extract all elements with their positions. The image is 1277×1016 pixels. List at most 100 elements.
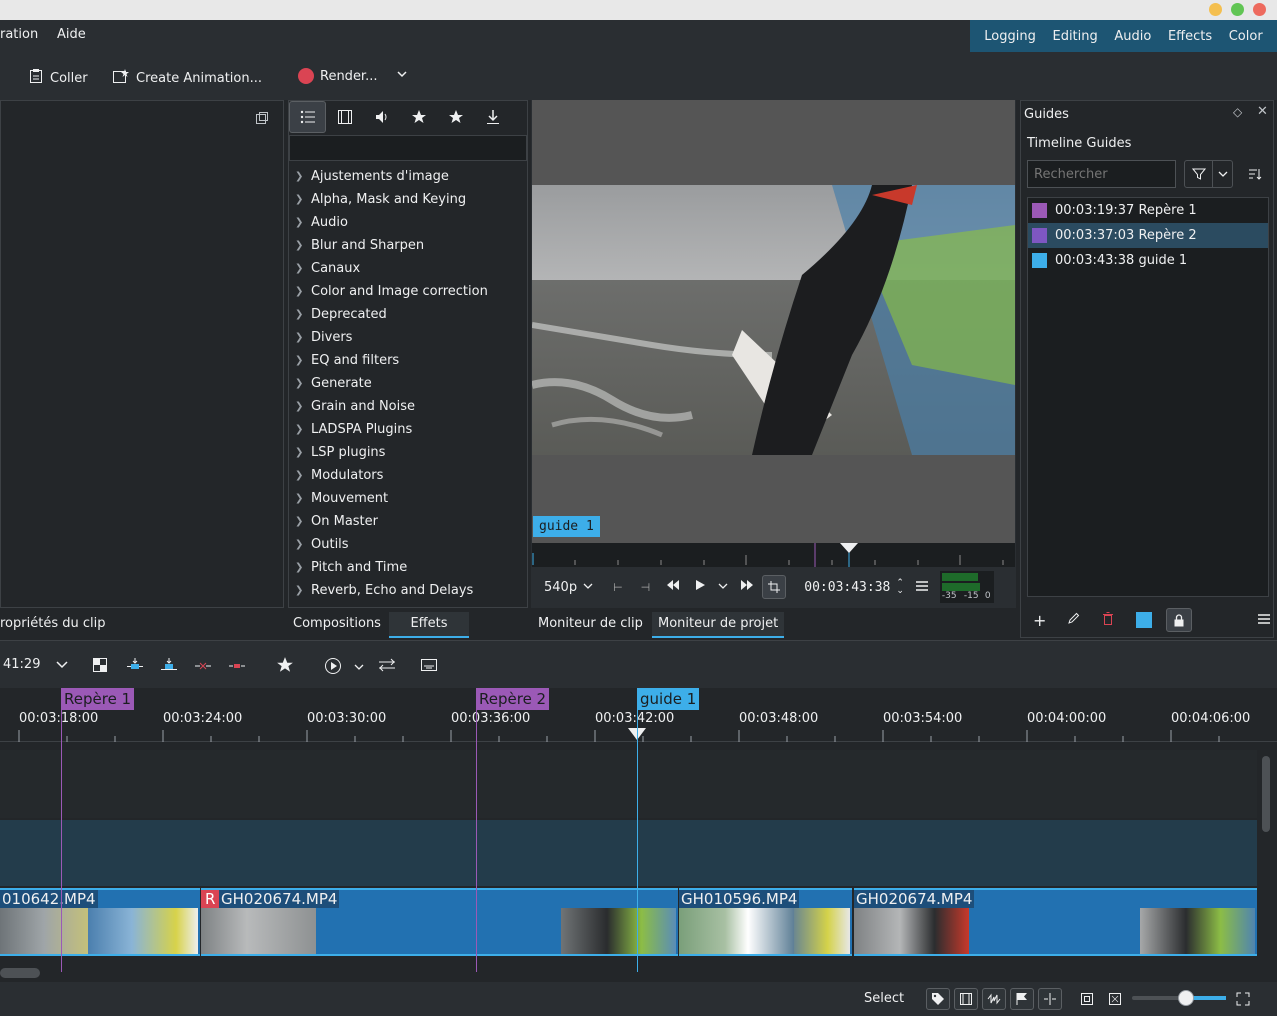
effect-category[interactable]: ❯ Color and Image correction bbox=[289, 280, 527, 303]
chevron-down-icon[interactable] bbox=[56, 659, 68, 674]
effect-category[interactable]: ❯ Pitch and Time bbox=[289, 556, 527, 579]
tab-clip-properties[interactable]: ropriétés du clip bbox=[0, 612, 111, 638]
effect-category[interactable]: ❯ Divers bbox=[289, 326, 527, 349]
list-icon[interactable] bbox=[289, 101, 326, 133]
guide-item[interactable]: 00:03:43:38 guide 1 bbox=[1028, 248, 1268, 273]
effect-category[interactable]: ❯ Blur and Sharpen bbox=[289, 234, 527, 257]
download-icon[interactable] bbox=[474, 101, 511, 133]
timeline-guide-label[interactable]: Repère 2 bbox=[476, 688, 550, 710]
paste-button[interactable]: Coller bbox=[28, 68, 88, 88]
selected-track[interactable] bbox=[0, 820, 1257, 886]
timeline-clip[interactable]: GH020674.MP4 bbox=[854, 888, 1257, 956]
menu-item-configuration[interactable]: ration bbox=[0, 27, 38, 42]
edit-icon[interactable] bbox=[1068, 612, 1080, 628]
film-icon[interactable] bbox=[954, 988, 978, 1010]
favorites-icon[interactable] bbox=[437, 101, 474, 133]
effect-category[interactable]: ❯ LSP plugins bbox=[289, 441, 527, 464]
effect-category[interactable]: ❯ Outils bbox=[289, 533, 527, 556]
tab-compositions[interactable]: Compositions bbox=[287, 612, 387, 638]
insert-icon[interactable] bbox=[126, 657, 144, 677]
create-animation-button[interactable]: Create Animation... bbox=[112, 68, 262, 88]
timeline-clip[interactable]: R GH020674.MP4 bbox=[201, 888, 678, 956]
guides-search-input[interactable] bbox=[1027, 160, 1176, 188]
menu-icon[interactable] bbox=[915, 580, 928, 595]
workspace-tab-logging[interactable]: Logging bbox=[984, 29, 1036, 44]
resolution-select[interactable]: 540p bbox=[544, 580, 577, 595]
horizontal-scrollbar[interactable] bbox=[0, 968, 40, 978]
maximize-button[interactable] bbox=[1231, 3, 1244, 16]
effect-category[interactable]: ❯ Deprecated bbox=[289, 303, 527, 326]
tab-clip-monitor[interactable]: Moniteur de clip bbox=[532, 612, 649, 638]
workspace-tab-editing[interactable]: Editing bbox=[1052, 29, 1097, 44]
flag-icon[interactable] bbox=[1010, 988, 1034, 1010]
timeline-mode-icon[interactable] bbox=[324, 657, 342, 679]
timeline-guide-label[interactable]: Repère 1 bbox=[61, 688, 135, 710]
vertical-scrollbar[interactable] bbox=[1262, 756, 1270, 832]
tab-project-monitor[interactable]: Moniteur de projet bbox=[652, 612, 785, 638]
add-guide-icon[interactable]: + bbox=[1033, 611, 1046, 630]
timeline-guide-label[interactable]: guide 1 bbox=[637, 688, 700, 710]
effect-category[interactable]: ❯ Grain and Noise bbox=[289, 395, 527, 418]
extract-icon[interactable] bbox=[228, 657, 246, 677]
chevron-down-icon[interactable] bbox=[396, 66, 408, 86]
split-view-icon[interactable] bbox=[92, 657, 108, 677]
monitor-canvas[interactable]: guide 1 bbox=[532, 100, 1015, 543]
guide-item[interactable]: 00:03:19:37 Repère 1 bbox=[1028, 198, 1268, 223]
timeline-tracks[interactable]: 010642.MP4 R GH020674.MP4 GH010596.MP4 G… bbox=[0, 688, 1257, 978]
effect-category[interactable]: ❯ Mouvement bbox=[289, 487, 527, 510]
monitor-timecode[interactable]: 00:03:43:38 bbox=[804, 580, 890, 595]
effect-category[interactable]: ❯ Ajustements d'image bbox=[289, 165, 527, 188]
float-panel-icon[interactable]: ◇ bbox=[1233, 105, 1242, 119]
effect-category[interactable]: ❯ EQ and filters bbox=[289, 349, 527, 372]
menu-item-aide[interactable]: Aide bbox=[57, 27, 86, 42]
zoom-in-icon[interactable] bbox=[1236, 992, 1250, 1010]
fast-forward-icon[interactable] bbox=[740, 579, 754, 595]
monitor-guide-tag[interactable]: guide 1 bbox=[533, 516, 600, 537]
delete-icon[interactable] bbox=[1102, 611, 1114, 629]
rewind-icon[interactable] bbox=[666, 579, 680, 595]
close-icon[interactable]: ✕ bbox=[1257, 104, 1268, 119]
video-track-empty[interactable] bbox=[0, 750, 1257, 818]
overwrite-icon[interactable] bbox=[160, 657, 178, 677]
zoom-fit-icon[interactable] bbox=[1080, 992, 1094, 1010]
guide-item[interactable]: 00:03:37:03 Repère 2 bbox=[1028, 223, 1268, 248]
effect-category[interactable]: ❯ Alpha, Mask and Keying bbox=[289, 188, 527, 211]
chevron-down-icon[interactable] bbox=[583, 580, 593, 595]
timecode-spinner-icon[interactable]: ⌃ ⌄ bbox=[896, 579, 904, 596]
snap-icon[interactable] bbox=[1038, 988, 1062, 1010]
workspace-tab-audio[interactable]: Audio bbox=[1114, 29, 1151, 44]
favorite-star-icon[interactable] bbox=[276, 656, 294, 678]
play-icon[interactable] bbox=[694, 579, 706, 595]
timeline-clip[interactable]: GH010596.MP4 bbox=[679, 888, 852, 956]
tag-icon[interactable] bbox=[926, 988, 950, 1010]
menu-icon[interactable] bbox=[1258, 613, 1271, 628]
spacer-tool-icon[interactable] bbox=[378, 657, 396, 677]
workspace-tab-effects[interactable]: Effects bbox=[1168, 29, 1212, 44]
timeline-ruler[interactable]: Repère 1 Repère 2 guide 1 00:03:18:00 00… bbox=[0, 688, 1277, 742]
tab-effets[interactable]: Effets bbox=[389, 612, 469, 638]
custom-effects-icon[interactable] bbox=[400, 101, 437, 133]
audio-effects-icon[interactable] bbox=[363, 101, 400, 133]
timeline-clip[interactable]: 010642.MP4 bbox=[0, 888, 200, 956]
effect-category[interactable]: ❯ Reverb, Echo and Delays bbox=[289, 579, 527, 602]
zoom-slider-handle[interactable] bbox=[1178, 990, 1194, 1006]
subtitle-track-icon[interactable] bbox=[420, 657, 438, 677]
audio-waveform-icon[interactable] bbox=[982, 988, 1006, 1010]
effect-category[interactable]: ❯ Audio bbox=[289, 211, 527, 234]
timeline-timecode[interactable]: 41:29 bbox=[3, 657, 40, 672]
effect-category[interactable]: ❯ Generate bbox=[289, 372, 527, 395]
crop-icon[interactable] bbox=[762, 575, 787, 599]
guides-filter-button[interactable] bbox=[1184, 160, 1233, 188]
guide-color-picker[interactable] bbox=[1136, 612, 1153, 628]
effect-category[interactable]: ❯ On Master bbox=[289, 510, 527, 533]
set-in-point-icon[interactable]: ⊢ bbox=[613, 581, 623, 594]
monitor-ruler[interactable] bbox=[532, 543, 1015, 567]
close-button[interactable] bbox=[1253, 3, 1266, 16]
minimize-button[interactable] bbox=[1209, 3, 1222, 16]
effects-search-input[interactable] bbox=[289, 135, 527, 161]
lift-icon[interactable] bbox=[194, 657, 212, 677]
sort-icon[interactable] bbox=[1248, 167, 1262, 185]
chevron-down-icon[interactable] bbox=[718, 580, 728, 595]
set-out-point-icon[interactable]: ⊣ bbox=[641, 581, 651, 594]
workspace-tab-color[interactable]: Color bbox=[1229, 29, 1263, 44]
